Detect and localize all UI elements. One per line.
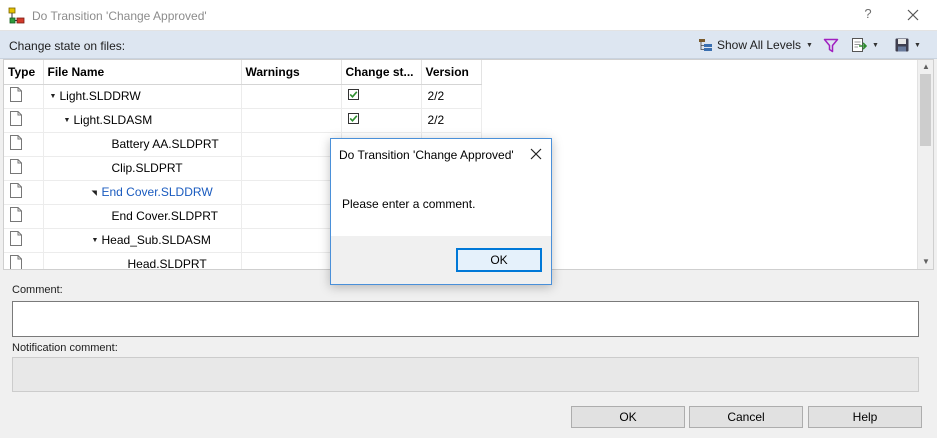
close-icon[interactable]	[903, 5, 923, 25]
file-icon	[10, 159, 22, 174]
change-state-cell[interactable]	[341, 108, 422, 133]
change-state-cell[interactable]	[341, 84, 422, 109]
warnings-cell	[241, 252, 342, 269]
column-header-warnings[interactable]: Warnings	[241, 60, 342, 85]
file-name-cell[interactable]: Clip.SLDPRT	[43, 156, 242, 181]
chevron-down-icon: ▼	[806, 41, 813, 49]
scroll-up-icon[interactable]: ▲	[918, 60, 933, 74]
comment-field[interactable]	[12, 301, 919, 337]
warnings-cell	[241, 180, 342, 205]
table-row[interactable]: ▼ Light.SLDASM 2/2	[4, 108, 482, 133]
chevron-down-icon: ▼	[872, 41, 879, 49]
type-cell	[4, 252, 44, 269]
filter-icon[interactable]	[823, 38, 839, 53]
file-name: Head_Sub.SLDASM	[101, 233, 211, 247]
file-icon	[10, 231, 22, 246]
export-icon	[852, 38, 867, 52]
checkbox-checked-icon[interactable]	[347, 113, 359, 124]
warnings-cell	[241, 204, 342, 229]
type-cell	[4, 84, 44, 109]
file-name-cell[interactable]: ▼ Light.SLDDRW	[43, 84, 242, 109]
file-name-cell[interactable]: Battery AA.SLDPRT	[43, 132, 242, 157]
column-header-file-name[interactable]: File Name	[43, 60, 242, 85]
dialog-ok-button[interactable]: OK	[456, 248, 542, 272]
help-button[interactable]: Help	[808, 406, 922, 428]
show-all-levels-label: Show All Levels	[717, 38, 802, 52]
dialog-title: Do Transition 'Change Approved'	[339, 148, 514, 162]
dialog-message: Please enter a comment.	[342, 197, 476, 211]
warnings-cell	[241, 108, 342, 133]
notification-comment-field	[12, 357, 919, 392]
help-title-button[interactable]: ?	[858, 6, 878, 21]
checkbox-checked-icon[interactable]	[347, 89, 359, 100]
version-cell: 2/2	[421, 108, 482, 133]
dialog-footer: OK	[331, 236, 551, 284]
file-name-cell[interactable]: ◥ End Cover.SLDDRW	[43, 180, 242, 205]
file-name-cell[interactable]: End Cover.SLDPRT	[43, 204, 242, 229]
warnings-cell	[241, 84, 342, 109]
ok-button[interactable]: OK	[571, 406, 685, 428]
column-header-change-state[interactable]: Change st...	[341, 60, 422, 85]
file-icon	[10, 207, 22, 222]
column-header-type[interactable]: Type	[4, 60, 44, 85]
warnings-cell	[241, 156, 342, 181]
file-icon	[10, 255, 22, 269]
type-cell	[4, 180, 44, 205]
version-cell: 2/2	[421, 84, 482, 109]
type-cell	[4, 132, 44, 157]
change-state-label: Change state on files:	[9, 39, 126, 53]
collapsed-arrow-icon[interactable]: ◥	[92, 189, 102, 197]
export-button[interactable]: ▼	[851, 36, 879, 54]
file-name: End Cover.SLDPRT	[111, 209, 219, 223]
file-name: Light.SLDDRW	[59, 89, 141, 103]
save-icon	[895, 38, 909, 52]
notification-comment-label: Notification comment:	[12, 342, 118, 354]
expanded-arrow-icon[interactable]: ▼	[92, 237, 102, 244]
column-header-version[interactable]: Version	[421, 60, 482, 85]
type-cell	[4, 204, 44, 229]
type-cell	[4, 156, 44, 181]
dialog-close-icon[interactable]	[529, 147, 543, 161]
save-button[interactable]: ▼	[895, 36, 921, 54]
warnings-cell	[241, 132, 342, 157]
expanded-arrow-icon[interactable]: ▼	[50, 93, 60, 100]
chevron-down-icon: ▼	[914, 41, 921, 49]
hierarchy-icon	[699, 39, 712, 51]
file-name-cell[interactable]: ▼ Light.SLDASM	[43, 108, 242, 133]
show-all-levels-button[interactable]: Show All Levels ▼	[698, 36, 813, 54]
expanded-arrow-icon[interactable]: ▼	[64, 117, 74, 124]
comment-required-dialog: Do Transition 'Change Approved' Please e…	[330, 138, 552, 285]
file-icon	[10, 135, 22, 150]
file-icon	[10, 183, 22, 198]
grid-header-row: Type File Name Warnings Change st... Ver…	[4, 60, 482, 85]
file-name: Clip.SLDPRT	[111, 161, 183, 175]
file-name: Light.SLDASM	[73, 113, 153, 127]
table-row[interactable]: ▼ Light.SLDDRW 2/2	[4, 84, 482, 109]
file-name: Battery AA.SLDPRT	[111, 137, 219, 151]
title-bar: Do Transition 'Change Approved' ?	[0, 0, 937, 31]
comment-label: Comment:	[12, 284, 63, 296]
file-icon	[10, 111, 22, 126]
file-name: End Cover.SLDDRW	[101, 185, 213, 199]
toolbar: Change state on files: Show All Levels ▼…	[0, 31, 937, 59]
file-name: Head.SLDPRT	[127, 257, 207, 270]
type-cell	[4, 108, 44, 133]
file-name-cell[interactable]: ▼ Head_Sub.SLDASM	[43, 228, 242, 253]
type-cell	[4, 228, 44, 253]
cancel-button[interactable]: Cancel	[689, 406, 803, 428]
warnings-cell	[241, 228, 342, 253]
file-icon	[10, 87, 22, 102]
file-name-cell[interactable]: Head.SLDPRT	[43, 252, 242, 270]
vertical-scrollbar[interactable]: ▲ ▼	[917, 60, 933, 269]
scrollbar-thumb[interactable]	[920, 74, 931, 146]
workflow-app-icon	[8, 7, 25, 24]
scroll-down-icon[interactable]: ▼	[918, 255, 933, 269]
window-title: Do Transition 'Change Approved'	[32, 9, 207, 23]
